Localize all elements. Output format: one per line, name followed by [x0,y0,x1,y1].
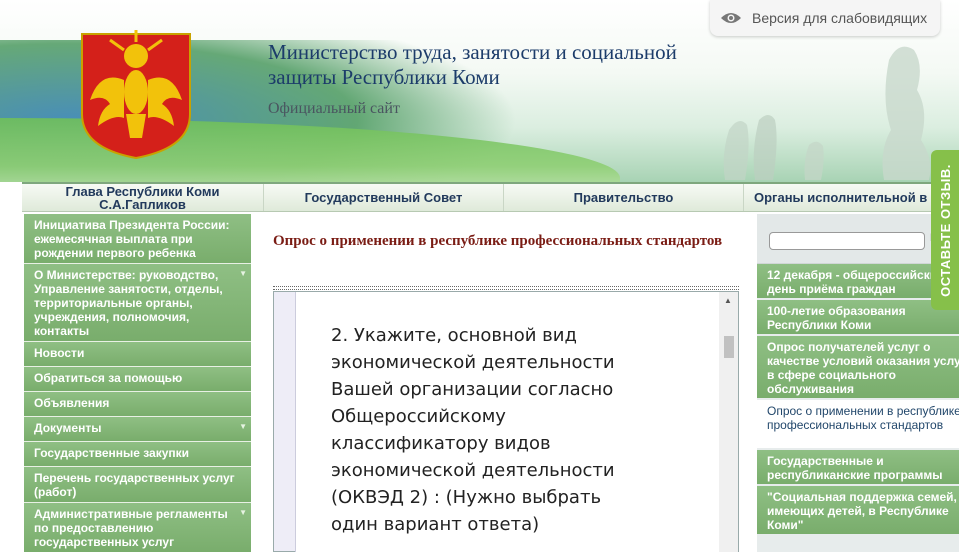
top-navigation: Глава Республики Коми С.А.Гапликов Госуд… [22,182,959,212]
right-item-standards-survey[interactable]: Опрос о применении в республике професси… [757,400,959,450]
nav-item-executive-bodies[interactable]: Органы исполнительной в [744,184,959,211]
scroll-up-icon[interactable]: ▲ [724,296,732,305]
sidebar-item-ask-help[interactable]: Обратиться за помощью [24,367,251,392]
sidebar-item-label: Административные регламенты по предостав… [34,507,228,549]
sidebar-item-label: Новости [34,346,85,360]
nav-item-state-council[interactable]: Государственный Совет [264,184,504,211]
sidebar-item-about-ministry[interactable]: О Министерстве: руководство, Управление … [24,264,251,342]
survey-question: 2. Укажите, основной вид экономической д… [331,325,615,535]
right-item-centenary[interactable]: 100-летие образования Республики Коми [757,300,959,336]
chevron-down-icon: ▼ [239,422,247,431]
feedback-tab[interactable]: ОСТАВЬТЕ ОТЗЫВ. [931,150,959,310]
sidebar-item-regulations[interactable]: Административные регламенты по предостав… [24,503,251,552]
site-subtitle: Официальный сайт [268,100,400,117]
sidebar-item-label: Обратиться за помощью [34,371,183,385]
feedback-tab-label: ОСТАВЬТЕ ОТЗЫВ. [937,163,953,297]
divider [273,289,739,290]
survey-frame[interactable]: 2. Укажите, основной вид экономической д… [273,291,739,552]
survey-scrollbar[interactable]: ▲ [719,292,738,552]
sidebar-item-label: Перечень государственных услуг (работ) [34,471,235,499]
right-item-label: "Социальная поддержка семей, имеющих дет… [767,490,957,532]
right-item-service-survey[interactable]: Опрос получателей услуг о качестве услов… [757,336,959,400]
eye-icon [721,13,741,23]
page-title: Опрос о применении в республике професси… [273,233,723,249]
divider [273,286,739,287]
site-title-block: Министерство труда, занятости и социальн… [268,40,688,118]
low-vision-button[interactable]: Версия для слабовидящих [710,0,940,36]
sidebar-item-label: О Министерстве: руководство, Управление … [34,268,223,338]
right-item-programs[interactable]: Государственные и республиканские програ… [757,450,959,486]
right-item-label: Опрос получателей услуг о качестве услов… [767,340,959,396]
sidebar-item-label: Государственные закупки [34,446,190,460]
low-vision-label: Версия для слабовидящих [752,10,928,26]
site-header: Министерство труда, занятости и социальн… [0,0,959,182]
rock-pillars-image [723,46,931,180]
sidebar-item-services-list[interactable]: Перечень государственных услуг (работ) [24,467,251,503]
sidebar-item-label: Объявления [34,396,110,410]
search-input[interactable] [769,232,925,250]
coat-of-arms-icon [81,30,191,160]
scroll-thumb[interactable] [724,336,734,358]
sidebar-item-label: Документы [34,421,102,435]
nav-item-government[interactable]: Правительство [504,184,744,211]
right-item-label: Опрос о применении в республике професси… [767,404,959,432]
sidebar-item-announcements[interactable]: Объявления [24,392,251,417]
right-sidebar: Г 12 декабря - общероссийский день приём… [757,214,959,552]
main-content: Опрос о применении в республике професси… [253,214,755,552]
ministry-title[interactable]: Министерство труда, занятости и социальн… [268,40,688,90]
search-area: Г [757,214,959,264]
left-sidebar-menu: Инициатива Президента России: ежемесячна… [24,214,251,552]
right-item-reception-day[interactable]: 12 декабря - общероссийский день приёма … [757,264,959,300]
sidebar-item-documents[interactable]: Документы ▼ [24,417,251,442]
right-item-family-support[interactable]: "Социальная поддержка семей, имеющих дет… [757,486,959,536]
sidebar-item-procurement[interactable]: Государственные закупки [24,442,251,467]
right-item-label: Государственные и республиканские програ… [767,454,943,482]
chevron-down-icon: ▼ [239,508,247,517]
survey-page: 2. Укажите, основной вид экономической д… [295,292,719,552]
sidebar-item-label: Инициатива Президента России: ежемесячна… [34,218,230,260]
chevron-down-icon: ▼ [239,269,247,278]
right-item-label: 100-летие образования Республики Коми [767,304,906,332]
nav-item-head[interactable]: Глава Республики Коми С.А.Гапликов [22,184,264,211]
sidebar-item-news[interactable]: Новости [24,342,251,367]
sidebar-item-president-initiative[interactable]: Инициатива Президента России: ежемесячна… [24,214,251,264]
